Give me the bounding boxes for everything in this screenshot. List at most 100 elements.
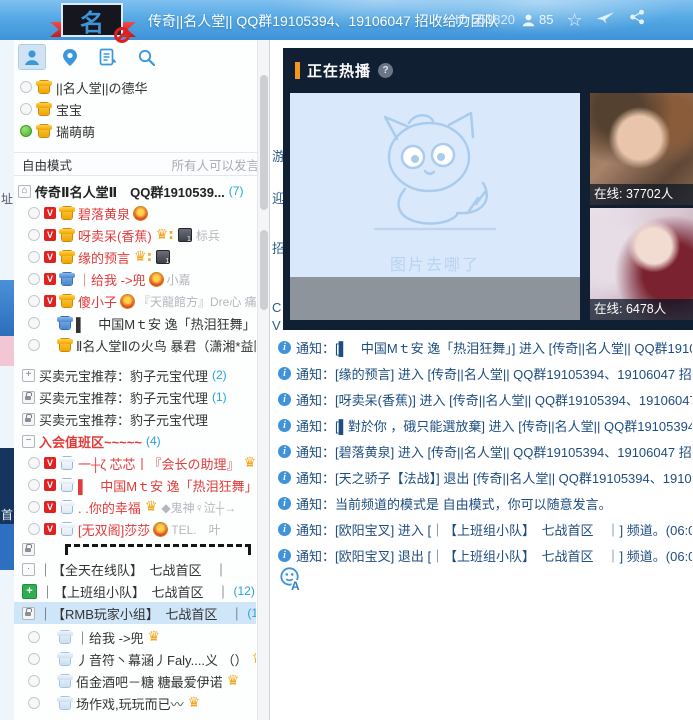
white-vest-icon <box>62 479 72 491</box>
member-name: 场作戏,玩玩而已〰 <box>76 694 184 713</box>
person-icon <box>521 13 536 27</box>
gold-vest-icon <box>62 229 72 241</box>
channel-name: 买卖元宝推荐：豹子元宝代理 <box>39 388 208 407</box>
member-row[interactable]: 缘的预言 <box>14 246 256 268</box>
scrollbar-thumb[interactable] <box>260 230 268 310</box>
member-row[interactable]: ｜给我 ->兜 小嘉 <box>14 268 256 290</box>
lock-icon <box>22 413 35 426</box>
crown-icon <box>134 250 152 264</box>
location-pin-icon[interactable] <box>56 44 84 70</box>
member-name: 呀卖呆(香蕉) <box>78 226 152 245</box>
scrollbar-thumb[interactable] <box>260 75 268 210</box>
status-radio <box>28 501 40 513</box>
team-channel-row[interactable]: ｜【全天在线队】 七战首区 ｜ <box>14 558 256 580</box>
notification-text: 通知：[天之骄子【法战】] 退出 [传奇||名人堂|| QQ群19105394、… <box>296 468 692 487</box>
status-radio <box>28 229 40 241</box>
channel-row[interactable]: 买卖元宝推荐：豹子元宝代理 <box>14 408 256 430</box>
notification-text: 通知：当前频道的模式是 自由模式，你可以随意发言。 <box>296 494 612 513</box>
member-row[interactable]: 一┼ζ 芯芯丨『会长の助理』 <box>14 452 256 474</box>
online-member-row[interactable]: 宝宝 <box>14 98 254 120</box>
info-icon <box>278 445 291 458</box>
mode-label: 自由模式 <box>22 155 72 174</box>
member-row[interactable]: Ⅱ名人堂Ⅱの火鸟 暴君（潇湘*益阳 <box>14 334 256 356</box>
member-tab-icon[interactable] <box>18 44 46 70</box>
member-name: Ⅱ名人堂Ⅱの火鸟 暴君（潇湘*益阳 <box>76 336 256 355</box>
player-control-bar <box>290 277 580 320</box>
live-thumbnail[interactable]: 在线: 37702人 <box>590 93 693 205</box>
member-row[interactable]: ▌ 中国Mｔ安 逸「热泪狂舞」 <box>14 474 256 496</box>
sidebar-scrollbar[interactable] <box>257 40 269 720</box>
member-name: ||名人堂||の德华 <box>56 78 148 97</box>
member-row[interactable]: 傻小子 『天龍館方』Dre心 痛 <box>14 290 256 312</box>
v-badge-icon <box>44 273 56 285</box>
fly-plane-icon[interactable] <box>596 10 616 30</box>
v-badge-icon <box>44 501 56 513</box>
member-row[interactable]: [无双阁]莎莎 TEL. 叶 <box>14 518 256 540</box>
search-icon[interactable] <box>132 44 160 70</box>
info-icon <box>278 367 291 380</box>
status-radio <box>28 697 40 709</box>
member-name: 一┼ζ 芯芯丨『会长の助理』 <box>78 454 240 473</box>
gold-vest-icon <box>62 207 72 219</box>
info-icon <box>278 497 291 510</box>
info-icon <box>278 393 291 406</box>
channel-row[interactable]: 买卖元宝推荐：豹子元宝代理 (2) <box>14 364 256 386</box>
info-icon <box>278 419 291 432</box>
header-accent-bar <box>295 62 300 79</box>
member-row[interactable]: 场作戏,玩玩而已〰 <box>14 692 256 714</box>
info-icon <box>278 341 291 354</box>
member-row[interactable]: 佰金酒吧－糖 糖最爱伊诺 <box>14 670 256 692</box>
member-row[interactable]: 呀卖呆(香蕉) 标兵 <box>14 224 256 246</box>
notification-text: 通知：[▌對於你 ，硪只能選放棄] 进入 [传奇||名人堂|| QQ群19105… <box>296 416 692 435</box>
member-row[interactable]: 丿音符丶幕涵丿Faly....义 （） <box>14 648 256 670</box>
team-channel-row[interactable]: ｜【上班组小队】 七战首区 ｜ (12) <box>14 580 256 602</box>
member-row[interactable]: ▌ 中国Mｔ安 逸「热泪狂舞」 <box>14 312 256 334</box>
channel-name: ｜【上班组小队】 七战首区 ｜ <box>41 582 230 601</box>
chat-panel: 游 迎 招 C V 通知：[▌ 中国Mｔ安 逸「热泪狂舞」] 进入 [传奇||名… <box>270 40 693 720</box>
channel-mode-bar: 自由模式 所有人可以发言 <box>14 152 269 176</box>
member-name: 佰金酒吧－糖 糖最爱伊诺 <box>76 672 223 691</box>
mascot-cat-illustration <box>345 105 525 250</box>
crown-icon <box>148 630 161 644</box>
crown-medal-icon <box>134 207 147 220</box>
channel-count: (2) <box>212 368 227 382</box>
member-row[interactable]: 碧落黄泉 <box>14 202 256 224</box>
member-name: 碧落黄泉 <box>78 204 130 223</box>
lightblue-vest-icon <box>60 631 70 643</box>
channel-row[interactable]: 买卖元宝推荐：豹子元宝代理 (1) <box>14 386 256 408</box>
notification-text: 通知：[呀卖呆(香蕉)] 进入 [传奇||名人堂|| QQ群19105394、1… <box>296 390 692 409</box>
crown-icon <box>188 696 201 710</box>
expand-icon[interactable] <box>22 369 35 382</box>
background-text: 址 <box>1 190 13 207</box>
online-dot-icon <box>20 125 32 137</box>
collapse-icon[interactable] <box>22 435 35 448</box>
status-radio <box>28 339 40 351</box>
svg-text:A: A <box>291 579 300 592</box>
info-icon <box>278 549 291 562</box>
v-badge-icon <box>44 251 56 263</box>
gold-vest-icon <box>62 295 72 307</box>
section-row[interactable]: 入会值班区~~~~~ (4) <box>14 430 256 452</box>
online-member-row[interactable]: ||名人堂||の德华 <box>14 76 254 98</box>
gold-vest-icon <box>39 103 49 115</box>
member-row[interactable]: ｜给我 ->兜 <box>14 626 256 648</box>
notification-row: 通知：[天之骄子【法战】] 退出 [传奇||名人堂|| QQ群19105394、… <box>278 464 692 490</box>
divider-channel-row[interactable] <box>14 540 256 558</box>
share-icon[interactable] <box>629 9 646 30</box>
favorite-star-icon[interactable]: ☆ <box>566 11 582 29</box>
member-name: ▌ 中国Mｔ安 逸「热泪狂舞」 <box>76 314 256 333</box>
team-channel-row-selected[interactable]: ｜【RMB玩家小组】 七战首区 ｜ (15) <box>14 602 256 624</box>
placeholder-text: 图片去哪了 <box>290 251 580 275</box>
emoticon-button[interactable]: A <box>278 566 304 597</box>
notification-text: 通知：[缘的预言] 进入 [传奇||名人堂|| QQ群19105394、1910… <box>296 364 692 383</box>
question-icon[interactable] <box>378 63 393 78</box>
white-vest-icon <box>62 457 72 469</box>
member-row[interactable]: . .你的幸福 ◆鬼神♀泣┼→ <box>14 496 256 518</box>
green-plus-icon[interactable] <box>22 584 37 599</box>
channel-header-row[interactable]: 传奇Ⅱ名人堂Ⅱ QQ群1910539... (7) <box>14 180 256 202</box>
live-thumbnail[interactable]: 在线: 6478人 <box>590 208 693 320</box>
channel-tree: 传奇Ⅱ名人堂Ⅱ QQ群1910539... (7) 碧落黄泉 呀卖呆(香蕉) 标… <box>14 180 256 714</box>
online-count-caption: 在线: 6478人 <box>590 299 693 320</box>
online-member-row[interactable]: 瑞萌萌 <box>14 120 254 142</box>
channel-log-icon[interactable] <box>94 44 122 70</box>
